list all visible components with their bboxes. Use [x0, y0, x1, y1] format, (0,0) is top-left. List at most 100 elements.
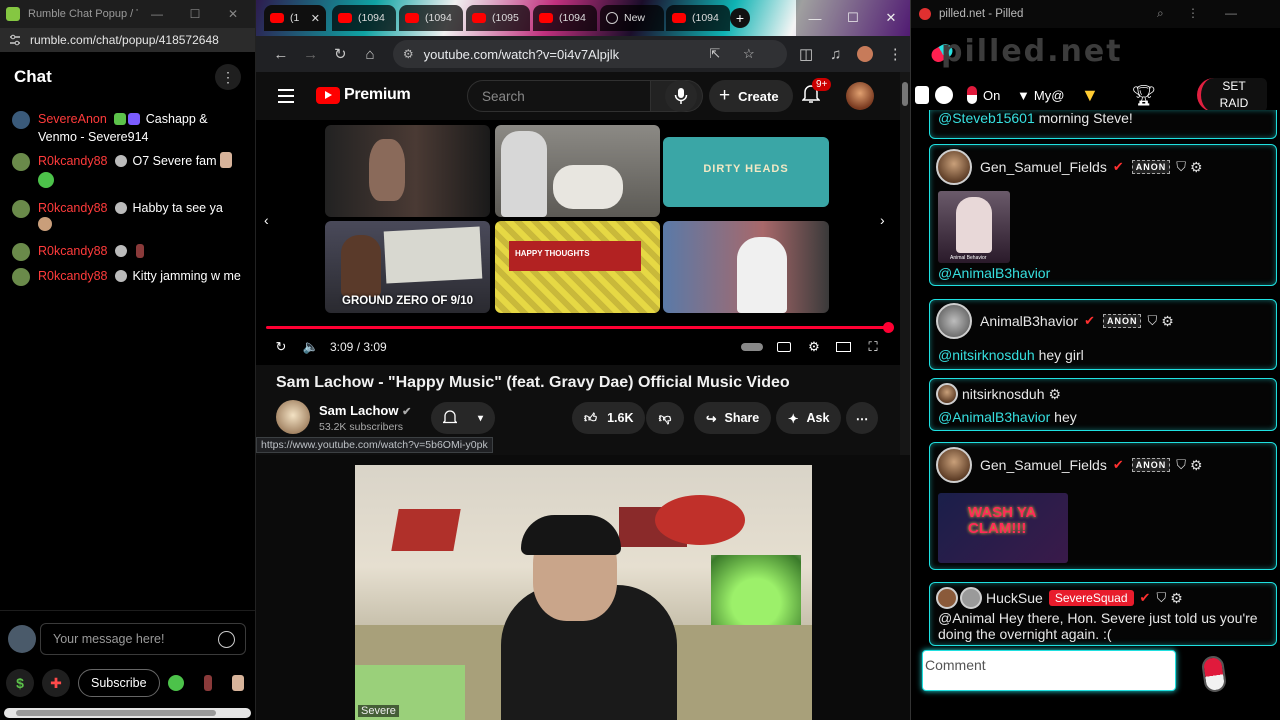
chat-message-input[interactable]: Your message here!	[40, 623, 246, 655]
back-icon[interactable]: ←	[266, 39, 296, 69]
new-tab-button[interactable]: +	[730, 8, 750, 28]
tab-new[interactable]: New	[600, 5, 664, 31]
emoji-picker-icon[interactable]	[218, 631, 235, 648]
endscreen-video-1[interactable]	[325, 125, 490, 217]
site-settings-icon[interactable]	[8, 33, 22, 47]
user-avatar[interactable]	[936, 587, 958, 609]
shield-icon[interactable]: ⛉	[1176, 159, 1186, 175]
youtube-logo[interactable]: Premium	[316, 86, 411, 104]
dislike-button[interactable]: 👎︎	[646, 402, 684, 434]
trophy-button[interactable]: 🏆︎	[1131, 82, 1156, 108]
guide-menu-icon[interactable]	[278, 89, 294, 107]
endscreen-prev-arrow-icon[interactable]: ‹	[264, 212, 269, 228]
scrubber-knob[interactable]	[883, 322, 894, 333]
endscreen-video-4[interactable]: GROUND ZERO OF 9/10	[325, 221, 490, 313]
tab-youtube[interactable]: (1094	[666, 5, 730, 31]
chat-bubble-button[interactable]	[935, 82, 959, 108]
endscreen-video-5[interactable]: HAPPY THOUGHTS	[495, 221, 660, 313]
site-info-icon[interactable]: ⚙	[403, 47, 414, 61]
captions-icon[interactable]	[775, 338, 793, 356]
channel-avatar[interactable]	[276, 400, 310, 434]
page-scrollbar[interactable]	[900, 72, 910, 455]
user-avatar[interactable]	[936, 447, 972, 483]
endscreen-video-2[interactable]	[495, 125, 660, 217]
gear-icon[interactable]: ⚙	[1049, 386, 1062, 403]
replay-icon[interactable]: ↻	[272, 338, 290, 356]
tab-youtube[interactable]: (1094	[332, 5, 396, 31]
chat-username[interactable]: R0kcandy88	[38, 154, 108, 168]
message-username[interactable]: nitsirknosduh	[962, 386, 1045, 402]
hand-emote-icon[interactable]	[231, 675, 244, 691]
chat-username[interactable]: R0kcandy88	[38, 244, 108, 258]
user-avatar[interactable]	[936, 303, 972, 339]
maximize-button[interactable]: ☐	[176, 0, 214, 28]
create-button[interactable]: + Create	[709, 80, 793, 112]
video-player[interactable]: ‹ › DIRTY HEADS GROUND ZERO OF 9/10 HAPP…	[256, 120, 910, 365]
like-button[interactable]: 👍︎ 1.6K	[572, 402, 646, 434]
theater-mode-icon[interactable]	[834, 338, 852, 356]
shield-icon[interactable]: ⛉	[1156, 590, 1166, 606]
pilled-logo[interactable]: pilled.net	[941, 34, 1123, 69]
person-emote-icon[interactable]	[203, 675, 212, 691]
tab-youtube[interactable]: (1095	[466, 5, 530, 31]
gear-icon[interactable]: ⚙	[1190, 457, 1203, 474]
message-gif[interactable]: WASH YA CLAM!!!	[938, 493, 1068, 563]
message-username[interactable]: Gen_Samuel_Fields	[980, 457, 1107, 473]
autoplay-toggle[interactable]	[740, 338, 764, 356]
ask-button[interactable]: ✦ Ask	[776, 402, 842, 434]
mention-link[interactable]: @Steveb15601	[938, 110, 1035, 126]
close-button[interactable]: ✕	[872, 0, 910, 36]
media-control-icon[interactable]: ♫	[821, 39, 851, 69]
search-input[interactable]: Search	[467, 80, 651, 112]
channel-name[interactable]: Sam Lachow ✔	[319, 403, 411, 418]
forward-icon[interactable]: →	[296, 39, 326, 69]
shield-icon[interactable]: ⛉	[1176, 457, 1186, 473]
user-avatar[interactable]	[8, 625, 36, 653]
chat-username[interactable]: R0kcandy88	[38, 201, 108, 215]
zoom-icon[interactable]: ⌕	[1157, 6, 1164, 21]
video-progress-bar[interactable]	[266, 322, 894, 333]
maximize-button[interactable]: ☐	[834, 0, 872, 36]
layout-toggle-button[interactable]	[915, 82, 935, 108]
rumble-urlbar[interactable]: rumble.com/chat/popup/418572648	[0, 28, 255, 52]
set-raid-button[interactable]: SET RAID	[1197, 78, 1267, 112]
fullscreen-icon[interactable]: ⛶	[864, 338, 882, 356]
volume-icon[interactable]: 🔈	[302, 338, 320, 356]
menu-icon[interactable]: ⋮	[1187, 6, 1199, 20]
address-bar[interactable]: ⚙ youtube.com/watch?v=0i4v7Alpjlk ⇱ ☆	[392, 40, 788, 68]
tab-youtube[interactable]: (1094	[533, 5, 597, 31]
user-avatar-secondary[interactable]	[960, 587, 982, 609]
message-username[interactable]: Gen_Samuel_Fields	[980, 159, 1107, 175]
chat-username[interactable]: R0kcandy88	[38, 269, 108, 283]
tip-dollar-button[interactable]: $	[6, 669, 34, 697]
user-avatar[interactable]	[936, 383, 958, 405]
gift-button[interactable]: ✚	[42, 669, 70, 697]
gear-icon[interactable]: ⚙	[1161, 313, 1174, 330]
minimize-button[interactable]: —	[138, 0, 176, 28]
home-icon[interactable]: ⌂	[355, 39, 385, 69]
tab-youtube-active[interactable]: (1 ✕	[264, 5, 326, 31]
message-username[interactable]: HuckSue	[986, 590, 1043, 606]
horizontal-scrollbar[interactable]	[4, 708, 251, 718]
voice-search-button[interactable]	[665, 80, 697, 112]
heart-emote-icon[interactable]	[167, 675, 184, 691]
gear-icon[interactable]: ⚙	[1190, 159, 1203, 176]
gear-icon[interactable]: ⚙	[1170, 590, 1183, 607]
close-tab-icon[interactable]: ✕	[311, 12, 320, 25]
filter-pills-button[interactable]: ▼	[1081, 82, 1099, 108]
profile-avatar-icon[interactable]	[851, 39, 881, 69]
endscreen-video-3[interactable]: DIRTY HEADS	[663, 137, 829, 207]
chrome-menu-icon[interactable]: ⋮	[880, 39, 910, 69]
shield-icon[interactable]: ⛉	[1147, 313, 1157, 329]
endscreen-next-arrow-icon[interactable]: ›	[880, 212, 885, 228]
endscreen-video-6[interactable]	[663, 221, 829, 313]
share-button[interactable]: ↪ Share	[694, 402, 772, 434]
account-avatar[interactable]	[846, 82, 874, 110]
send-pill-icon[interactable]	[1200, 654, 1228, 694]
lens-icon[interactable]: ◫	[791, 39, 821, 69]
settings-gear-icon[interactable]: ⚙	[805, 338, 823, 356]
reload-icon[interactable]: ↻	[325, 39, 355, 69]
minimize-button[interactable]: —	[796, 0, 834, 36]
more-actions-button[interactable]: ⋯	[846, 402, 878, 434]
chat-menu-button[interactable]: ⋮	[215, 64, 241, 90]
